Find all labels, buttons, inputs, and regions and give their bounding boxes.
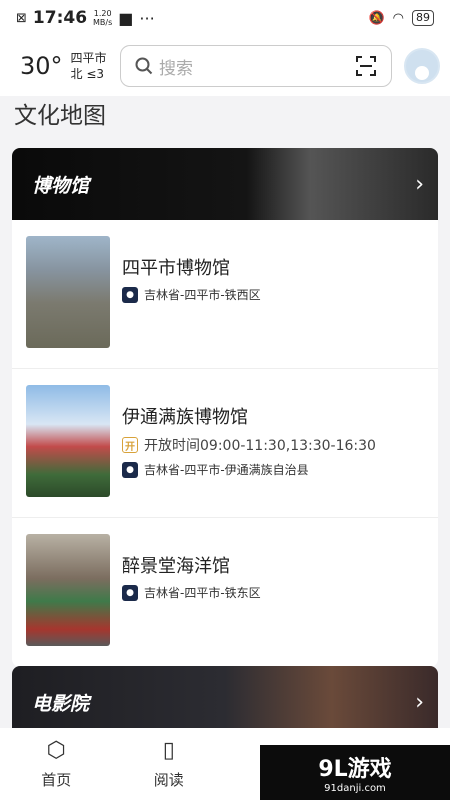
weather-widget[interactable]: 30° 四平市 北 ≤3 [20,50,120,82]
page-title: 文化地图 [14,103,106,129]
list-item[interactable]: 伊通满族博物馆 开 开放时间09:00-11:30,13:30-16:30 ● … [12,369,438,518]
museum-section-title: 博物馆 [32,174,90,197]
close-icon: ⊠ [16,10,27,26]
wind-level: 北 ≤3 [70,67,105,81]
location-pin-icon: ● [122,286,138,303]
museum-name: 醉景堂海洋馆 [122,556,230,577]
list-item[interactable]: 醉景堂海洋馆 ● 吉林省-四平市-铁东区 [12,518,438,667]
more-dots: ··· [139,8,155,28]
museum-thumbnail [26,534,110,646]
status-time: 17:46 [32,8,88,28]
watermark-logo: 9L游戏 [318,757,392,782]
home-icon: ⬡ [46,738,66,763]
museum-card: 博物馆 › 四平市博物馆 ● 吉林省-四平市-铁西区 伊通满族博物馆 开 开放时… [12,148,438,667]
cinema-banner[interactable]: 电影院 › [12,666,438,728]
location-info: 四平市 北 ≤3 [71,50,107,82]
network-speed-unit: MB/s [93,18,113,27]
open-badge: 开 [122,437,138,453]
museum-thumbnail [26,385,110,497]
temperature: 30° [20,52,63,80]
wifi-icon: ◠ [392,10,404,26]
search-icon [135,57,153,75]
network-speed: 1.20 MB/s [93,9,112,27]
museum-banner[interactable]: 博物馆 › [12,148,438,220]
location-pin-icon: ● [122,461,138,478]
watermark-overlay: 9L游戏 91danji.com [260,745,450,800]
search-placeholder: 搜索 [159,58,193,79]
location-pin-icon: ● [122,584,138,601]
top-header: 30° 四平市 北 ≤3 搜索 [0,36,450,96]
cinema-section-title: 电影院 [32,692,90,715]
list-item[interactable]: 四平市博物馆 ● 吉林省-四平市-铁西区 [12,220,438,369]
museum-address: 吉林省-四平市-铁西区 [144,288,261,302]
watermark-url: 91danji.com [324,783,386,794]
cinema-card: 电影院 › [12,666,438,728]
museum-address: 吉林省-四平市-铁东区 [144,586,261,600]
scan-icon[interactable] [355,55,377,77]
book-icon: ▯ [162,738,175,763]
tab-read-label: 阅读 [153,771,184,789]
status-bar: ⊠ 17:46 1.20 MB/s ■ ··· 🔕 ◠ 89 [0,0,450,36]
mute-icon: 🔕 [368,10,385,26]
avatar[interactable] [404,48,440,84]
network-speed-value: 1.20 [93,9,112,18]
battery-indicator: 89 [412,10,434,26]
museum-name: 伊通满族博物馆 [122,407,248,428]
notification-icon: ■ [118,8,134,28]
search-input[interactable]: 搜索 [120,45,392,87]
chevron-right-icon: › [415,689,424,715]
city-name: 四平市 [70,51,107,65]
tab-home[interactable]: ⬡ 首页 [0,728,113,800]
tab-home-label: 首页 [41,771,72,789]
tab-read[interactable]: ▯ 阅读 [113,728,226,800]
opening-hours: 开放时间09:00-11:30,13:30-16:30 [144,438,376,454]
chevron-right-icon: › [415,171,424,197]
museum-name: 四平市博物馆 [122,258,230,279]
museum-thumbnail [26,236,110,348]
museum-address: 吉林省-四平市-伊通满族自治县 [144,463,309,477]
